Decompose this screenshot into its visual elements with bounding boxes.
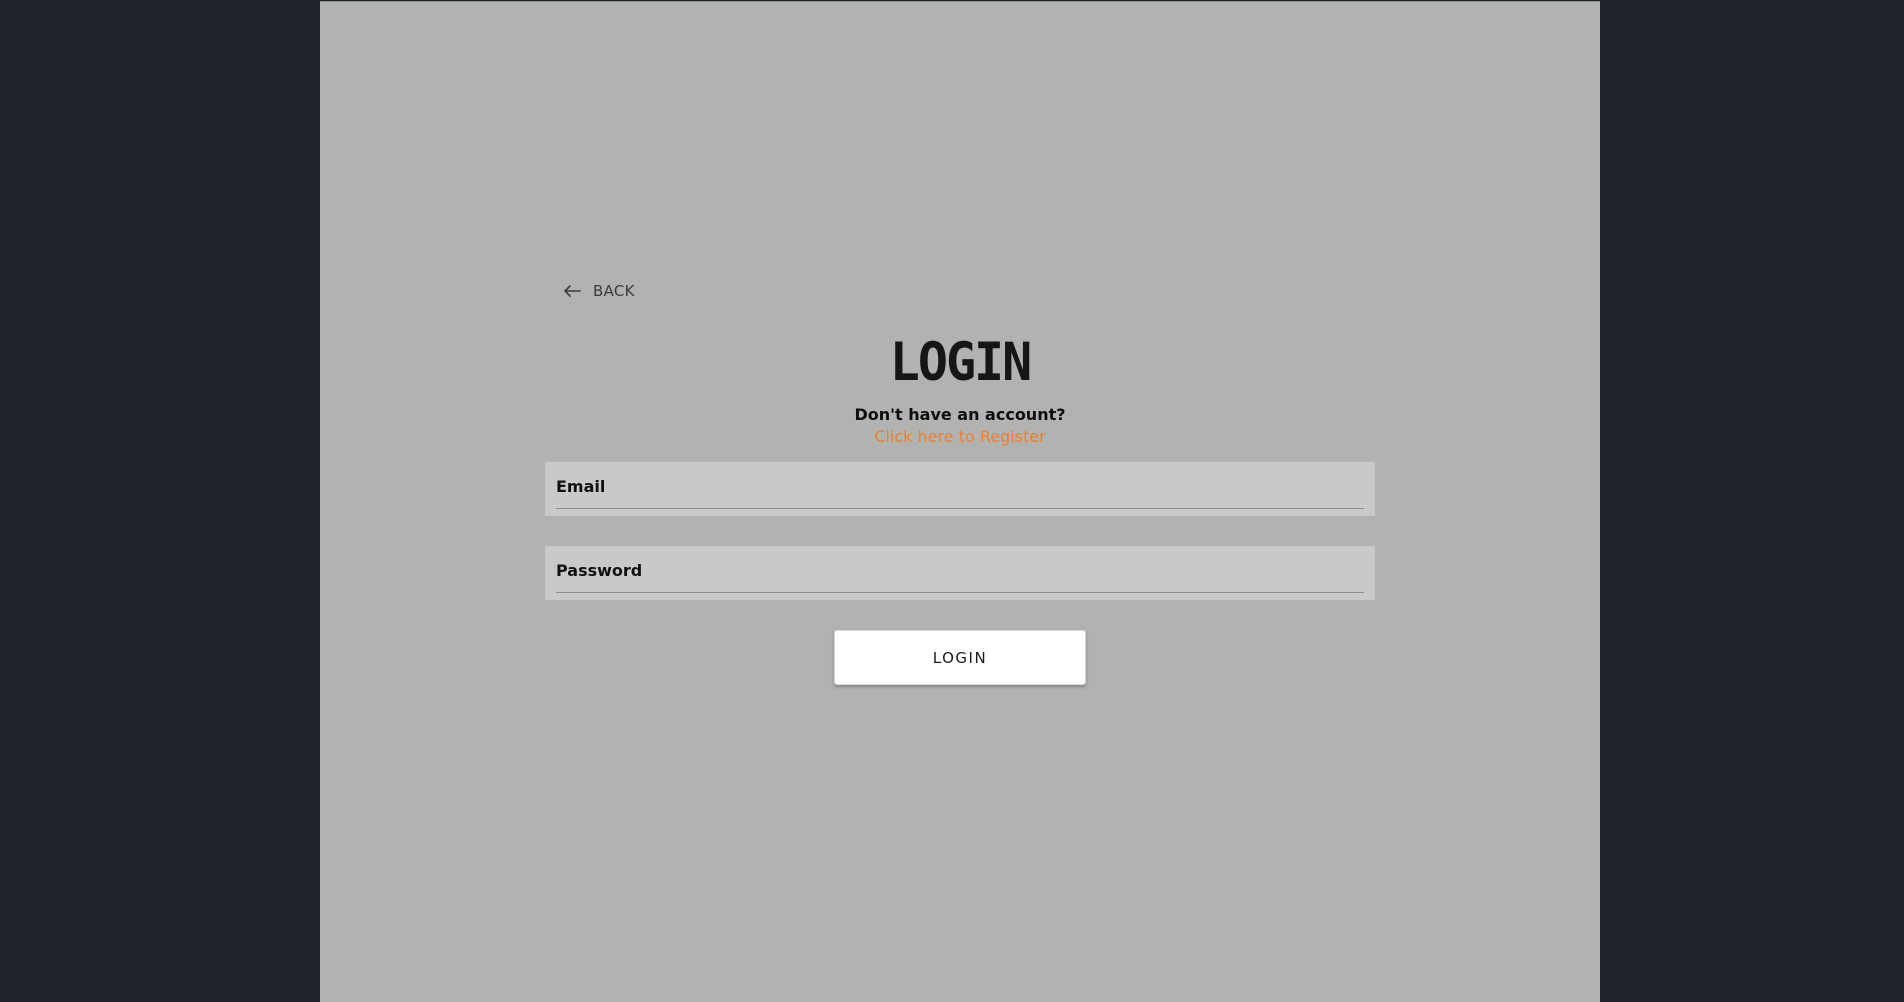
arrow-left-icon [563, 284, 581, 298]
back-label: BACK [593, 282, 635, 300]
password-underline [556, 592, 1364, 593]
page-title: LOGIN [889, 331, 1033, 393]
register-link[interactable]: Click here to Register [874, 427, 1045, 446]
email-underline [556, 508, 1364, 509]
email-field[interactable]: Email [545, 462, 1375, 516]
account-prompt: Don't have an account? [854, 405, 1066, 424]
back-button[interactable]: BACK [557, 278, 641, 304]
app-panel: BACK LOGIN Don't have an account? Click … [320, 1, 1600, 1002]
login-button[interactable]: LOGIN [834, 630, 1086, 685]
password-field[interactable]: Password [545, 546, 1375, 600]
register-link-row: Click here to Register [320, 426, 1600, 448]
